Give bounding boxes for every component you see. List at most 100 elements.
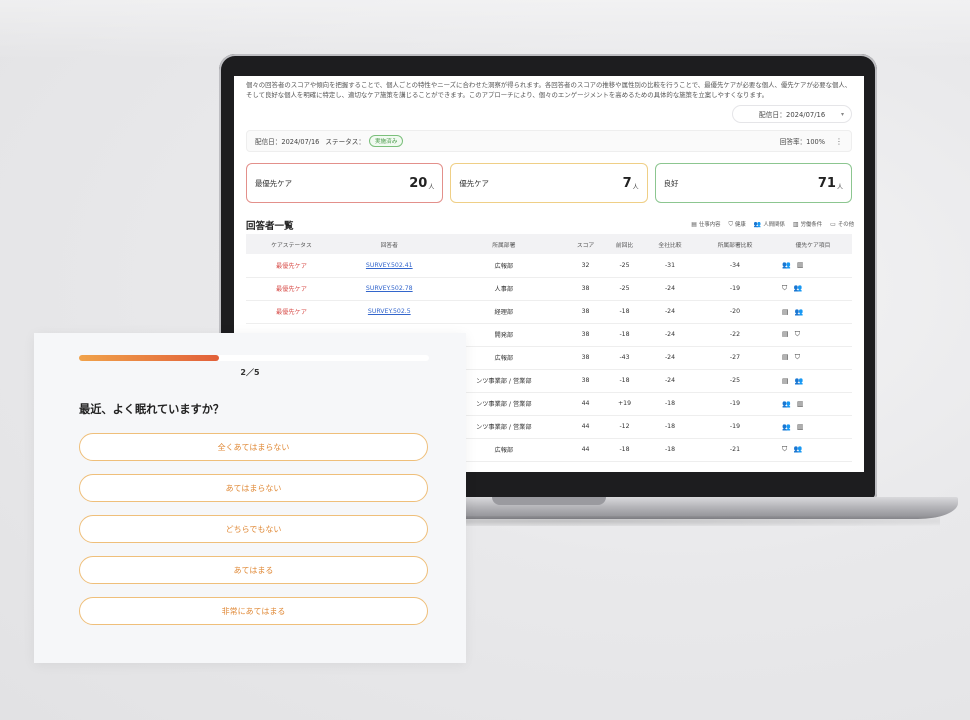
card-unit: 人 bbox=[428, 184, 435, 191]
column-header: 回答者 bbox=[380, 242, 398, 249]
legend-item: ▥ 労働条件 bbox=[792, 221, 823, 228]
table-header-row: ケアステータス 回答者 所属部署 スコア 前回比 全社比較 所属部署比較 優先ケア項目 bbox=[246, 234, 852, 254]
answer-option[interactable]: あてはまる bbox=[79, 556, 428, 584]
card-label: 優先ケア bbox=[459, 178, 489, 188]
respondent-link[interactable]: SURVEY.502.78 bbox=[337, 277, 442, 300]
score: 38 bbox=[581, 308, 590, 315]
status-label: ステータス： bbox=[325, 138, 365, 146]
question-text: 最近、よく眠れていますか？ bbox=[79, 403, 225, 416]
progress-bar bbox=[79, 355, 429, 361]
prev-diff: -18 bbox=[619, 331, 630, 338]
score: 44 bbox=[581, 423, 590, 430]
prev-diff: -18 bbox=[619, 377, 630, 384]
respondent-link[interactable]: SURVEY.502.41 bbox=[337, 254, 442, 277]
column-header: 優先ケア項目 bbox=[795, 242, 831, 249]
dept-diff: -19 bbox=[729, 400, 741, 407]
laptop-notch bbox=[492, 497, 606, 505]
table-row[interactable]: 最優先ケア SURVEY.502.5 経理部 38 -18 -24 -20 ▤ 👥 bbox=[246, 300, 852, 323]
care-item-icons: ▤ 👥 bbox=[781, 376, 806, 385]
building-icon: ▥ bbox=[792, 221, 799, 228]
card-priority[interactable]: 優先ケア 7 人 bbox=[450, 163, 648, 203]
card-top-priority[interactable]: 最優先ケア 20 人 bbox=[246, 163, 444, 203]
date-select-value: 配信日：2024/07/16 bbox=[758, 111, 826, 119]
company-diff: -18 bbox=[664, 423, 676, 430]
dept-diff: -20 bbox=[729, 308, 741, 315]
card-value: 20 bbox=[409, 175, 428, 191]
column-header: 所属部署比較 bbox=[717, 242, 753, 249]
care-item-legend: ▤ 仕事内容 ⛉ 健康 👥 人間関係 ▥ 労働条件 ▭ その他 bbox=[691, 220, 854, 229]
table-row[interactable]: 最優先ケア SURVEY.502.41 広報部 32 -25 -31 -34 👥 ▥ bbox=[246, 254, 852, 277]
prev-diff: -25 bbox=[619, 261, 630, 269]
response-rate: 回答率：100% bbox=[779, 138, 825, 146]
legend-item: 👥 人間関係 bbox=[753, 221, 785, 228]
care-item-icons: 👥 ▥ bbox=[781, 261, 806, 270]
prev-diff: +19 bbox=[617, 400, 632, 407]
care-item-icons: ▤ 👥 bbox=[781, 307, 806, 316]
shield-icon: ⛉ bbox=[728, 221, 734, 228]
background-glow bbox=[0, 0, 970, 60]
survey-panel: 2／5 最近、よく眠れていますか？ 全くあてはまらない あてはまらない どちらで… bbox=[34, 333, 466, 663]
company-diff: -24 bbox=[664, 377, 676, 384]
prev-diff: -25 bbox=[619, 285, 630, 292]
answer-option[interactable]: 非常にあてはまる bbox=[79, 597, 428, 625]
progress-fill bbox=[79, 355, 219, 361]
card-value: 7 bbox=[622, 175, 632, 191]
card-unit: 人 bbox=[632, 184, 639, 191]
company-diff: -31 bbox=[664, 261, 676, 269]
care-item-icons: ⛉ 👥 bbox=[781, 445, 805, 453]
care-status: 最優先ケア bbox=[276, 286, 307, 293]
care-status: 最優先ケア bbox=[276, 262, 307, 270]
answer-option[interactable]: あてはまらない bbox=[79, 474, 428, 502]
dept-diff: -22 bbox=[729, 331, 741, 338]
answer-option[interactable]: 全くあてはまらない bbox=[79, 433, 428, 461]
legend-item: ⛉ 健康 bbox=[728, 221, 746, 228]
prev-diff: -12 bbox=[619, 423, 630, 430]
score: 38 bbox=[581, 354, 590, 361]
intro-text: 個々の回答者のスコアや傾向を把握することで、個人ごとの特性やニーズに合わせた洞察… bbox=[246, 81, 852, 99]
care-item-icons: ▤ ⛉ bbox=[781, 353, 803, 361]
company-diff: -18 bbox=[664, 400, 676, 407]
department: 広報部 bbox=[494, 262, 514, 270]
column-header: 所属部署 bbox=[492, 242, 516, 249]
column-header: スコア bbox=[576, 242, 595, 249]
score: 38 bbox=[581, 331, 590, 338]
respondent-list-title: 回答者一覧 bbox=[246, 221, 294, 232]
legend-item: ▤ 仕事内容 bbox=[691, 221, 721, 228]
column-header: ケアステータス bbox=[271, 242, 312, 249]
delivery-date: 配信日：2024/07/16 bbox=[255, 138, 320, 146]
score: 44 bbox=[581, 400, 590, 407]
score: 38 bbox=[581, 285, 590, 292]
legend-item: ▭ その他 bbox=[830, 221, 854, 228]
care-status: 最優先ケア bbox=[276, 309, 307, 316]
answer-option[interactable]: どちらでもない bbox=[79, 515, 428, 543]
prev-diff: -18 bbox=[619, 308, 630, 315]
more-menu-icon[interactable]: ⋮ bbox=[835, 137, 843, 146]
dept-diff: -27 bbox=[729, 354, 741, 361]
date-select[interactable]: 配信日：2024/07/16 ▾ bbox=[732, 105, 852, 123]
comment-icon: ▭ bbox=[830, 221, 836, 228]
respondent-link[interactable]: SURVEY.502.5 bbox=[337, 300, 442, 323]
care-item-icons: 👥 ▥ bbox=[781, 399, 806, 408]
care-item-icons: 👥 ▥ bbox=[781, 422, 806, 431]
score: 32 bbox=[581, 261, 590, 269]
card-label: 最優先ケア bbox=[255, 178, 292, 188]
column-header: 前回比 bbox=[615, 242, 634, 249]
care-item-icons: ▤ ⛉ bbox=[781, 330, 803, 338]
step-indicator: 2／5 bbox=[240, 368, 260, 377]
card-label: 良好 bbox=[663, 178, 679, 188]
score: 38 bbox=[581, 377, 590, 384]
table-row[interactable]: 最優先ケア SURVEY.502.78 人事部 38 -25 -24 -19 ⛉ 👥 bbox=[246, 277, 852, 300]
survey-info-bar: 配信日：2024/07/16 ステータス： 実施済み 回答率：100% ⋮ bbox=[246, 130, 852, 152]
company-diff: -24 bbox=[664, 331, 676, 338]
department: 経理部 bbox=[494, 309, 514, 316]
card-good[interactable]: 良好 71 人 bbox=[654, 163, 852, 203]
company-diff: -24 bbox=[664, 354, 676, 361]
care-item-icons: ⛉ 👥 bbox=[781, 284, 805, 292]
status-badge: 実施済み bbox=[368, 135, 404, 147]
people-icon: 👥 bbox=[753, 221, 762, 228]
dept-diff: -21 bbox=[729, 446, 741, 453]
prev-diff: -43 bbox=[619, 354, 630, 361]
dept-diff: -34 bbox=[729, 261, 741, 269]
company-diff: -24 bbox=[664, 308, 676, 315]
dept-diff: -25 bbox=[729, 377, 741, 384]
